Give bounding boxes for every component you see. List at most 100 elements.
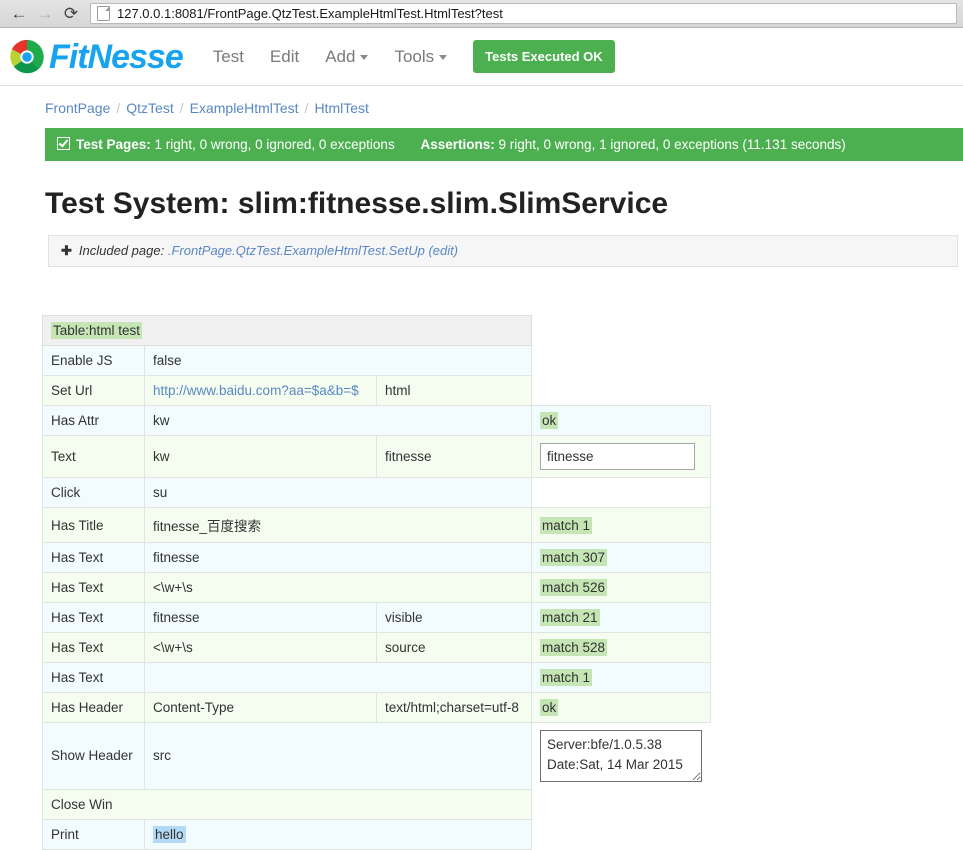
page-icon — [97, 6, 110, 21]
test-pages-label: Test Pages: — [76, 137, 151, 152]
table-row: Has Attr kw ok — [42, 405, 711, 436]
baidu-url-link[interactable]: http://www.baidu.com?aa=$a&b=$ — [153, 383, 359, 398]
reload-icon[interactable]: ⟳ — [58, 3, 84, 25]
row-label: Has Attr — [42, 405, 145, 436]
result-match-badge: match 21 — [540, 609, 600, 626]
tests-executed-status-button[interactable]: Tests Executed OK — [473, 40, 615, 73]
text-result-input[interactable] — [540, 443, 695, 470]
table-row: Has Title fitnesse_百度搜索 match 1 — [42, 507, 711, 543]
included-page-edit-link[interactable]: (edit) — [428, 243, 458, 258]
table-title: Table:html test — [51, 322, 143, 339]
breadcrumb-item-frontpage[interactable]: FrontPage — [45, 100, 110, 116]
row-label: Enable JS — [42, 345, 145, 376]
table-row: Has Text <\w+\s match 526 — [42, 572, 711, 603]
forward-arrow-icon[interactable]: → — [32, 3, 58, 25]
table-row: Print hello — [42, 818, 710, 850]
row-result — [531, 375, 710, 406]
browser-toolbar: ← → ⟳ 127.0.0.1:8081/FrontPage.QtzTest.E… — [0, 0, 963, 28]
row-arg2: html — [376, 375, 532, 406]
print-value-selected: hello — [153, 825, 186, 843]
included-page-label: Included page: — [78, 243, 165, 258]
row-label: Has Text — [42, 542, 145, 573]
row-result: ok — [531, 405, 711, 436]
main-nav: Test Edit Add Tools Tests Executed OK — [213, 40, 615, 73]
url-text: 127.0.0.1:8081/FrontPage.QtzTest.Example… — [117, 6, 503, 21]
row-result: match 1 — [531, 662, 711, 693]
row-arg1: su — [144, 477, 532, 508]
table-header-row: Table:html test — [42, 315, 710, 346]
row-arg1: <\w+\s — [144, 632, 377, 663]
result-match-badge: match 526 — [540, 579, 608, 596]
test-pages-value: 1 right, 0 wrong, 0 ignored, 0 exception… — [154, 137, 395, 152]
row-result — [531, 435, 711, 478]
included-page-link[interactable]: .FrontPage.QtzTest.ExampleHtmlTest.SetUp — [168, 243, 425, 258]
row-arg1: http://www.baidu.com?aa=$a&b=$ — [144, 375, 377, 406]
table-title-cell: Table:html test — [42, 315, 532, 346]
show-header-textarea[interactable]: Server:bfe/1.0.5.38 Date:Sat, 14 Mar 201… — [540, 730, 702, 782]
expand-plus-icon[interactable]: ✚ — [61, 243, 72, 258]
row-label: Text — [42, 435, 145, 478]
breadcrumb-item-htmltest[interactable]: HtmlTest — [314, 100, 368, 116]
fitnesse-logo-icon — [10, 39, 44, 73]
breadcrumb-separator: / — [304, 100, 309, 116]
nav-item-test[interactable]: Test — [213, 47, 244, 67]
row-result — [531, 477, 711, 508]
row-arg1: kw — [144, 435, 377, 478]
url-bar[interactable]: 127.0.0.1:8081/FrontPage.QtzTest.Example… — [90, 3, 957, 24]
fitnesse-logo[interactable]: FitNesse — [8, 38, 184, 76]
assertions-value: 9 right, 0 wrong, 1 ignored, 0 exception… — [498, 137, 846, 152]
row-result: ok — [531, 692, 711, 723]
result-match-badge: match 307 — [540, 549, 608, 566]
row-label: Print — [42, 818, 145, 850]
chevron-down-icon — [360, 54, 369, 60]
table-row: Close Win — [42, 788, 710, 820]
row-arg1: kw — [144, 405, 532, 436]
nav-item-tools[interactable]: Tools — [394, 47, 448, 67]
nav-item-add[interactable]: Add — [325, 47, 369, 67]
row-arg1: fitnesse_百度搜索 — [144, 507, 532, 543]
test-table: Table:html test Enable JS false Set Url … — [42, 315, 711, 850]
test-summary-bar: Test Pages: 1 right, 0 wrong, 0 ignored,… — [45, 128, 963, 161]
row-arg1: <\w+\s — [144, 572, 532, 603]
breadcrumb-item-qtztest[interactable]: QtzTest — [126, 100, 173, 116]
result-match-badge: match 1 — [540, 516, 593, 534]
row-label: Close Win — [42, 788, 532, 820]
row-label: Set Url — [42, 375, 145, 406]
row-result: Server:bfe/1.0.5.38 Date:Sat, 14 Mar 201… — [531, 722, 710, 789]
result-match-badge: match 528 — [540, 639, 608, 656]
row-arg2: text/html;charset=utf-8 — [376, 692, 532, 723]
row-label: Has Text — [42, 632, 145, 663]
row-arg1: Content-Type — [144, 692, 377, 723]
row-label: Has Text — [42, 572, 145, 603]
result-match-badge: match 1 — [540, 669, 593, 686]
row-label: Has Header — [42, 692, 145, 723]
test-table-container: Table:html test Enable JS false Set Url … — [42, 315, 963, 850]
row-result: match 21 — [531, 602, 711, 633]
table-row: Has Text match 1 — [42, 662, 711, 693]
row-label: Click — [42, 477, 145, 508]
table-row: Has Header Content-Type text/html;charse… — [42, 692, 711, 723]
row-arg1: src — [144, 722, 532, 790]
row-arg2: source — [376, 632, 532, 663]
table-row: Has Text fitnesse visible match 21 — [42, 602, 711, 633]
back-arrow-icon[interactable]: ← — [6, 3, 32, 25]
row-result: match 1 — [531, 507, 711, 543]
nav-item-edit[interactable]: Edit — [270, 47, 299, 67]
row-label: Show Header — [42, 722, 145, 790]
row-label: Has Text — [42, 662, 145, 693]
row-label: Has Text — [42, 602, 145, 633]
table-row: Click su — [42, 477, 711, 508]
assertions-label: Assertions: — [420, 137, 495, 152]
table-row: Set Url http://www.baidu.com?aa=$a&b=$ h… — [42, 375, 710, 406]
table-row: Text kw fitnesse — [42, 435, 711, 478]
row-result — [531, 819, 710, 849]
breadcrumb-item-examplehtmltest[interactable]: ExampleHtmlTest — [190, 100, 299, 116]
row-arg2: fitnesse — [376, 435, 532, 478]
check-icon — [57, 137, 70, 150]
included-page-bar[interactable]: ✚ Included page: .FrontPage.QtzTest.Examp… — [48, 235, 958, 267]
row-arg1: fitnesse — [144, 602, 377, 633]
breadcrumb-separator: / — [179, 100, 184, 116]
chevron-down-icon — [439, 54, 448, 60]
spacer-cell — [531, 315, 710, 346]
site-header: FitNesse Test Edit Add Tools Tests Execu… — [0, 28, 963, 86]
